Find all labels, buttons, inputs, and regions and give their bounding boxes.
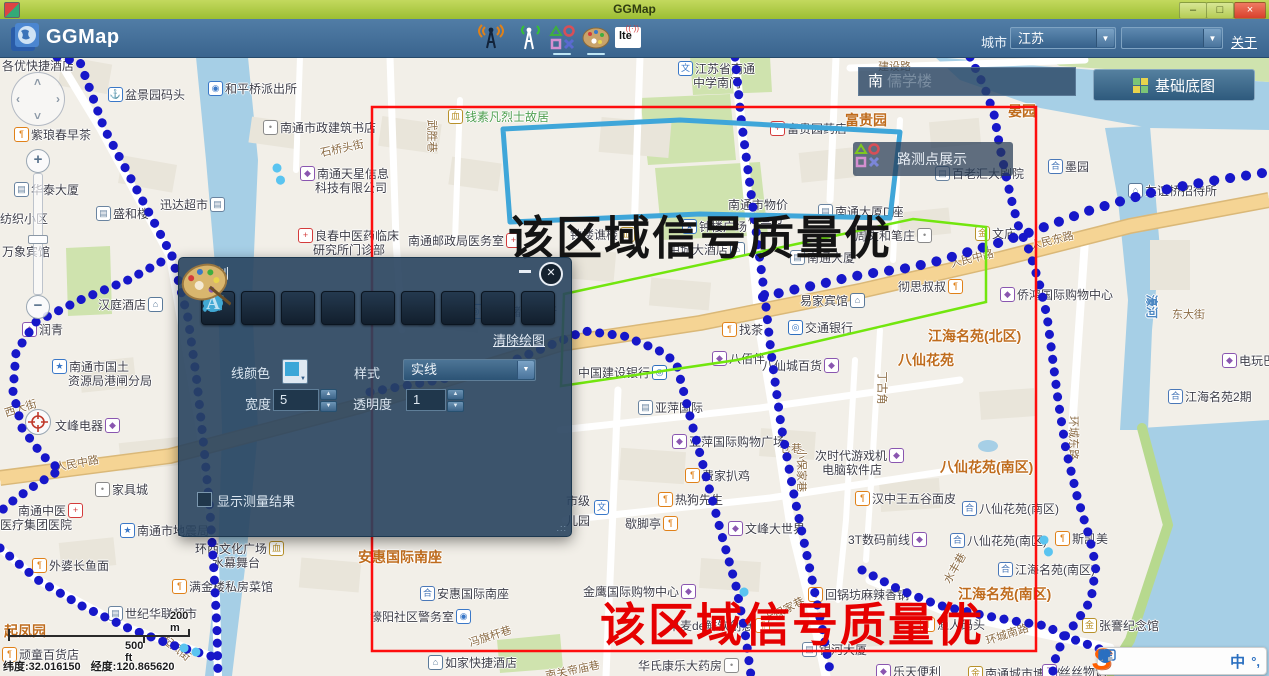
zoom-in-button[interactable]: + [26,149,50,173]
minimize-button[interactable]: – [1179,2,1207,19]
gps-track [735,57,831,676]
opacity-input[interactable]: 1 [406,389,446,411]
stepper-up[interactable]: ▲ [447,389,464,400]
wrench-icon[interactable] [1098,648,1113,663]
signal-tower-green-icon[interactable] [514,24,544,52]
signal-tower-orange-icon[interactable] [476,24,506,52]
width-stepper: ▲▼ [320,389,337,411]
color-swatch [285,362,299,376]
map-pan-control[interactable]: ‹ › ˄ ˅ [11,72,65,126]
roadtest-shapes-icon [853,142,883,170]
roadtest-points-chip[interactable]: 路测点展示 [853,142,1013,176]
roadtest-selected-indicator [553,53,571,55]
window-titlebar: GGMap – □ × [0,0,1269,20]
stepper-up[interactable]: ▲ [320,389,337,400]
palette-icon[interactable] [581,24,611,52]
gps-track-highlight [277,168,281,182]
zoom-out-button[interactable]: − [26,295,50,319]
app-name: GGMap [46,26,120,49]
ime-toolbar: S 中 °, [1097,647,1267,675]
chevron-down-icon: ▼ [1203,29,1221,47]
tool-polyline-button[interactable] [241,291,275,325]
ime-lang-toggle[interactable]: 中 [1230,651,1245,672]
panel-close-icon[interactable]: ✕ [539,262,563,286]
draw-panel: 绘制 ✕ A 清除绘图 线颜色 ▼ 样式 实线 ▼ 宽度 5 ▲▼ 透明度 1 … [178,257,572,537]
clear-drawing-link[interactable]: 清除绘图 [493,330,545,349]
tool-curve-button[interactable] [281,291,315,325]
gps-track [57,57,172,256]
chevron-down-icon: ▼ [1096,29,1114,47]
search-input[interactable]: 南儒学楼 [858,67,1076,96]
crosshair-icon [26,410,50,434]
stepper-down[interactable]: ▼ [320,401,337,412]
ime-punct-toggle[interactable]: °, [1251,654,1260,669]
palette-selected-indicator [587,53,605,55]
chevron-down-icon: ▼ [517,361,534,379]
about-link[interactable]: 关于 [1231,32,1257,51]
latitude-value: 纬度:32.016150 [3,661,81,673]
scale-metric: 200 m [170,610,188,634]
tool-polygon-button[interactable] [441,291,475,325]
palette-icon [179,258,231,314]
pan-down-icon[interactable]: ˅ [34,109,41,123]
locate-button[interactable] [25,409,51,435]
style-label: 样式 [354,363,380,382]
tool-ellipse-button[interactable] [401,291,435,325]
line-color-picker[interactable]: ▼ [282,359,308,384]
show-measure-label: 显示测量结果 [217,491,295,510]
line-style-select[interactable]: 实线 ▼ [403,359,536,381]
draw-tools: A [201,291,555,325]
app-toolbar: GGMap lte ((·)) 城市 江苏 ▼ ▼ 关于 [0,19,1269,58]
width-input[interactable]: 5 [273,389,319,411]
city-label: 城市 [981,32,1007,51]
gps-track [0,548,214,657]
pan-right-icon[interactable]: › [56,92,60,106]
roadtest-shapes-icon[interactable] [548,24,578,52]
show-measure-checkbox[interactable] [197,492,212,507]
basemap-button[interactable]: 基础底图 [1093,69,1255,101]
zoom-track[interactable] [33,173,43,295]
map-viewport[interactable]: 各优快捷酒店⚓盆景园码头◉和平桥派出所•南通市政建筑书店¶紫琅春早茶▤华泰大厦▤… [0,57,1269,676]
gps-track [0,256,172,512]
maximize-button[interactable]: □ [1206,2,1234,19]
close-button[interactable]: × [1234,2,1266,19]
longitude-value: 经度:120.865620 [91,661,175,673]
city-select[interactable]: 江苏 ▼ [1010,27,1116,49]
tool-rectangle-button[interactable] [321,291,355,325]
district-select[interactable]: ▼ [1121,27,1223,49]
basemap-grid-icon [1133,78,1148,93]
tool-text-button[interactable]: A [521,291,555,325]
opacity-stepper: ▲▼ [447,389,464,411]
chevron-down-icon: ▼ [300,376,306,382]
pan-left-icon[interactable]: ‹ [16,92,20,106]
pan-up-icon[interactable]: ˄ [34,75,41,89]
window-title: GGMap [0,2,1269,16]
width-label: 宽度 [245,394,271,413]
stepper-down[interactable]: ▼ [447,401,464,412]
tool-freeform-button[interactable] [481,291,515,325]
panel-minimize-button[interactable] [519,270,531,273]
gps-track-highlight [1044,540,1050,556]
signal-quality-annotation-bottom: 该区域信号质量优 [600,589,984,655]
zoom-slider-handle[interactable] [28,235,48,244]
lte-icon[interactable]: lte ((·)) [615,27,641,48]
line-color-label: 线颜色 [231,363,270,382]
app-logo-icon [8,21,42,55]
panel-resize-grip[interactable]: .:: [556,523,567,533]
tool-circle-button[interactable] [361,291,395,325]
opacity-label: 透明度 [353,394,392,413]
map-coordinates: 纬度:32.016150 经度:120.865620 [3,658,184,674]
